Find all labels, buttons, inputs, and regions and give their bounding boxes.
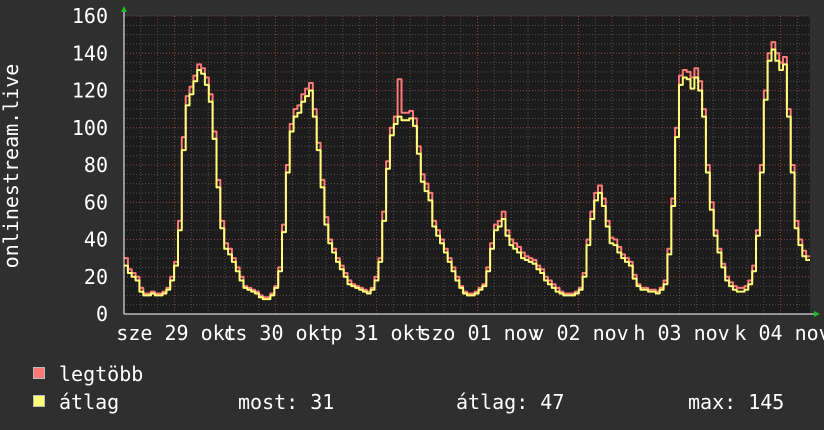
y-tick-label: 160	[72, 4, 108, 28]
x-tick-label: k 04 nov	[734, 321, 824, 345]
y-tick-label: 140	[72, 41, 108, 65]
y-tick-label: 0	[96, 302, 108, 326]
y-axis-arrow	[121, 6, 127, 12]
x-tick-label: v 02 nov	[532, 321, 628, 345]
x-tick-label: szo 01 nov	[419, 321, 539, 345]
y-tick-label: 80	[84, 153, 108, 177]
y-tick-label: 120	[72, 79, 108, 103]
x-tick-label: sze 29 okt	[116, 321, 236, 345]
y-tick-label: 60	[84, 190, 108, 214]
y-axis-label: onlinestream.live	[0, 64, 23, 269]
x-tick-label: h 03 nov	[633, 321, 729, 345]
x-tick-label: p 31 okt	[330, 321, 426, 345]
x-tick-label: cs 30 okt	[223, 321, 331, 345]
x-axis-arrow	[814, 311, 820, 317]
y-tick-label: 100	[72, 116, 108, 140]
y-tick-label: 40	[84, 228, 108, 252]
y-tick-label: 20	[84, 265, 108, 289]
chart-svg: 0 20 40 60 80 100 120 140 160 sze 29 oktcs 30 okt…	[0, 4, 824, 345]
